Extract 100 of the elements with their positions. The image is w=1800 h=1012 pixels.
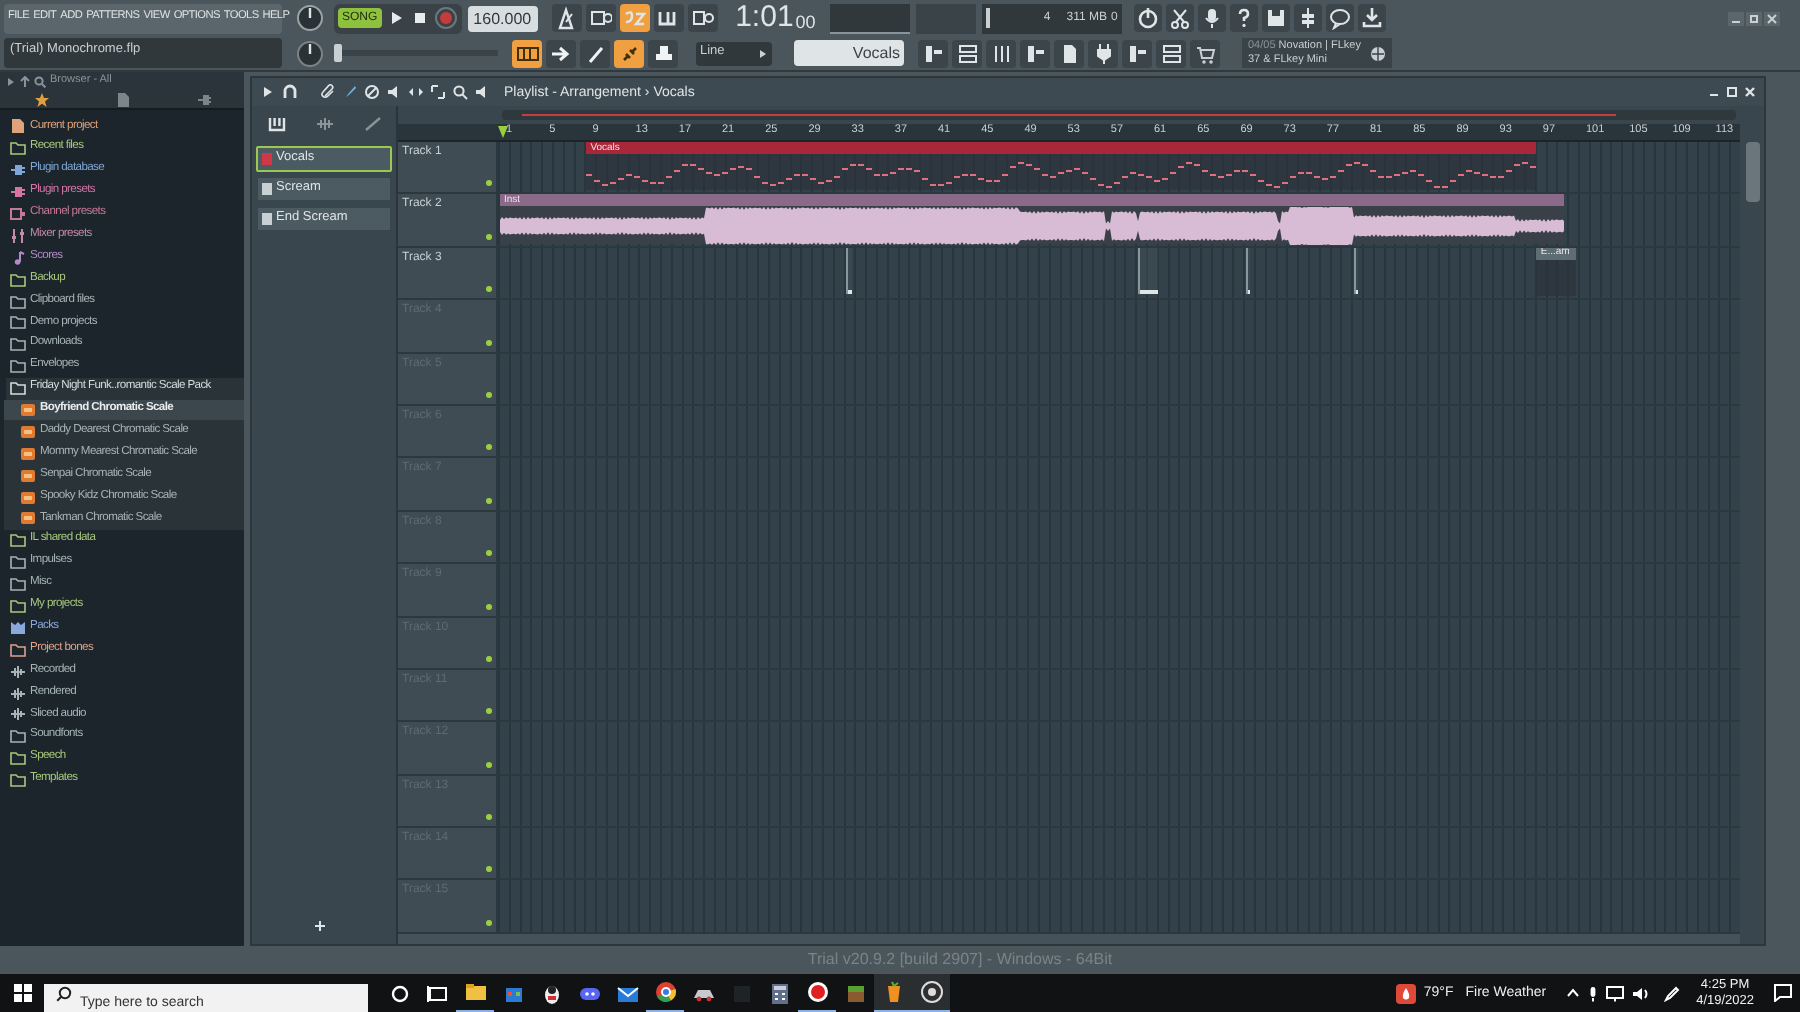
mute-led[interactable] — [486, 180, 492, 187]
chrome-icon — [653, 980, 677, 1004]
star-tab-icon[interactable] — [33, 91, 49, 107]
tool-button[interactable] — [546, 39, 576, 67]
tool-button[interactable] — [614, 39, 644, 67]
volume-icon[interactable] — [1632, 985, 1651, 1001]
windows-logo-icon — [13, 984, 31, 1002]
brush-icon[interactable] — [342, 84, 358, 100]
slider-handle[interactable] — [334, 44, 342, 62]
maximize-button[interactable] — [1746, 11, 1762, 25]
window-button[interactable] — [1054, 39, 1084, 67]
waveform-icon — [10, 663, 26, 680]
mute-led[interactable] — [486, 761, 492, 768]
window-button[interactable] — [986, 39, 1016, 67]
mute-led[interactable] — [486, 391, 492, 398]
microphone-icon[interactable] — [1588, 985, 1599, 1001]
window-button[interactable] — [952, 39, 982, 67]
mute-led[interactable] — [486, 655, 492, 662]
paperclip-icon[interactable] — [320, 84, 336, 100]
power-button[interactable] — [1133, 4, 1162, 32]
no-entry-icon[interactable] — [364, 84, 380, 100]
arrows-icon[interactable] — [408, 84, 424, 100]
pin-icon[interactable] — [6, 75, 16, 87]
zoom-icon[interactable] — [452, 84, 468, 100]
chevron-up-icon[interactable] — [1566, 988, 1581, 998]
time-minutes: 1:01 — [735, 2, 794, 34]
mute-led[interactable] — [486, 233, 492, 240]
save-button[interactable] — [1261, 4, 1290, 32]
window-button[interactable] — [1190, 39, 1220, 67]
scissors-button[interactable] — [1165, 4, 1194, 32]
piano-roll-icon[interactable] — [267, 116, 285, 132]
playhead-marker-icon[interactable] — [498, 126, 508, 138]
window-button[interactable] — [918, 39, 948, 67]
speaker-icon[interactable] — [386, 84, 402, 100]
pattern-selector[interactable]: Vocals — [794, 40, 904, 66]
pen-icon[interactable] — [1664, 985, 1681, 1001]
select-icon[interactable] — [430, 84, 446, 100]
microphone-button[interactable] — [1197, 4, 1226, 32]
mute-led[interactable] — [486, 286, 492, 293]
monitor-icon[interactable] — [1606, 985, 1625, 1001]
minimize-button[interactable] — [1728, 11, 1744, 25]
add-icon[interactable] — [314, 920, 326, 932]
plug-tab-icon[interactable] — [195, 91, 211, 107]
mute-led[interactable] — [486, 603, 492, 610]
master-volume-knob[interactable] — [296, 4, 324, 32]
overview-scrollbar[interactable] — [502, 110, 1736, 120]
mute-led[interactable] — [486, 919, 492, 926]
window-button[interactable] — [1156, 39, 1186, 67]
caret-icon[interactable] — [260, 84, 276, 100]
mixer-button[interactable] — [1293, 4, 1322, 32]
window-button[interactable] — [1122, 39, 1152, 67]
toggle-button[interactable] — [551, 4, 582, 32]
time-ticks: 00 — [795, 12, 816, 34]
toggle-button[interactable] — [653, 4, 684, 32]
mute-led[interactable] — [486, 497, 492, 504]
scrollbar-thumb[interactable] — [1745, 142, 1759, 202]
mute-led[interactable] — [486, 444, 492, 451]
automation-icon[interactable] — [363, 116, 381, 132]
up-arrow-icon[interactable] — [20, 75, 30, 87]
toggle-button[interactable] — [687, 4, 718, 32]
chat-button[interactable] — [1325, 4, 1354, 32]
taskbar-app-button[interactable] — [912, 974, 950, 1012]
mute-led[interactable] — [486, 814, 492, 821]
mail-icon — [615, 981, 639, 1005]
tool-button[interactable] — [580, 39, 610, 67]
close-button[interactable] — [1764, 11, 1780, 25]
clip[interactable] — [1137, 247, 1159, 295]
mute-led[interactable] — [486, 550, 492, 557]
magnet-icon[interactable] — [282, 84, 298, 100]
master-pitch-knob[interactable] — [296, 39, 324, 67]
tool-button[interactable] — [648, 39, 678, 67]
taskbar-app-button[interactable] — [874, 974, 912, 1012]
search-icon[interactable] — [34, 75, 46, 87]
tempo-field[interactable]: 160.000 — [467, 5, 538, 31]
tool-button[interactable] — [512, 39, 542, 67]
maximize-icon[interactable] — [1726, 86, 1738, 98]
vertical-scrollbar[interactable] — [1740, 106, 1764, 944]
mute-led[interactable] — [486, 339, 492, 346]
clip[interactable] — [1245, 247, 1250, 295]
clip-marker — [1139, 290, 1159, 295]
audio-clip-icon[interactable] — [315, 116, 333, 132]
folder-icon — [10, 140, 26, 157]
fire-alert-icon[interactable] — [1395, 983, 1416, 1003]
window-button[interactable] — [1020, 39, 1050, 67]
window-button[interactable] — [1088, 39, 1118, 67]
notification-icon[interactable] — [1774, 984, 1792, 1002]
close-icon[interactable] — [1744, 86, 1756, 98]
help-button[interactable] — [1229, 4, 1258, 32]
cortana-circle-icon — [387, 981, 411, 1005]
clip[interactable] — [845, 247, 853, 295]
penguin-icon — [539, 981, 563, 1005]
speaker-icon[interactable] — [474, 84, 490, 100]
mute-led[interactable] — [486, 708, 492, 715]
toggle-button[interactable] — [585, 4, 616, 32]
toggle-button[interactable] — [619, 4, 650, 32]
mute-led[interactable] — [486, 866, 492, 873]
file-tab-icon[interactable] — [115, 91, 129, 107]
clip[interactable] — [1353, 247, 1358, 295]
globe-icon[interactable] — [1370, 45, 1386, 61]
download-button[interactable] — [1357, 4, 1386, 32]
